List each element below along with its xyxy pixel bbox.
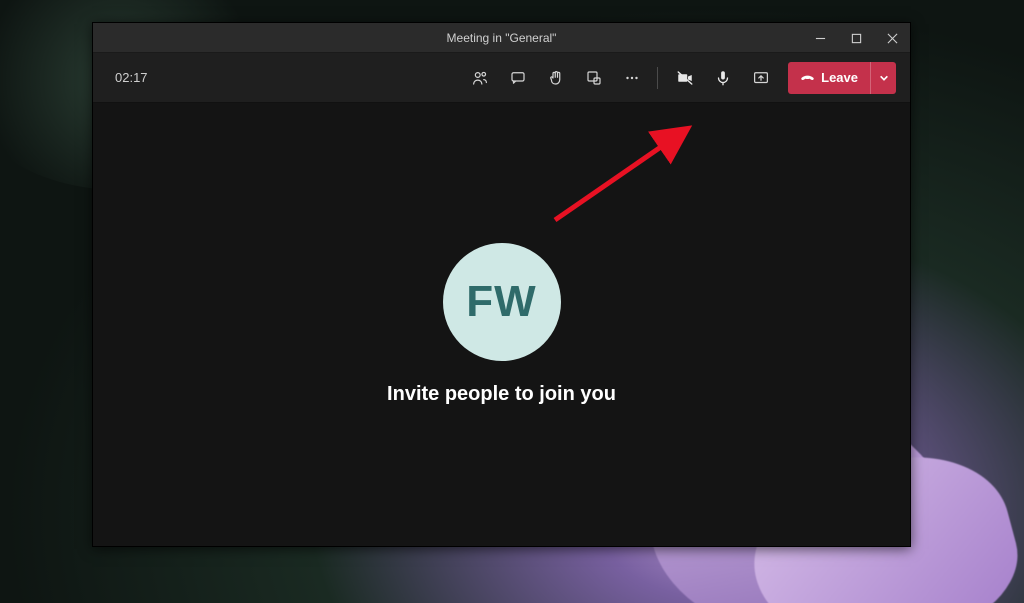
leave-options-button[interactable] bbox=[870, 62, 896, 94]
window-controls bbox=[802, 23, 910, 53]
close-icon bbox=[887, 33, 898, 44]
leave-button[interactable]: Leave bbox=[788, 62, 870, 94]
chevron-down-icon bbox=[879, 73, 889, 83]
avatar-initials: FW bbox=[466, 277, 536, 327]
camera-toggle-button[interactable] bbox=[668, 61, 702, 95]
camera-off-icon bbox=[676, 69, 694, 87]
microphone-icon bbox=[714, 69, 732, 87]
more-icon bbox=[623, 69, 641, 87]
people-icon bbox=[471, 69, 489, 87]
chat-button[interactable] bbox=[501, 61, 535, 95]
leave-button-group: Leave bbox=[788, 62, 896, 94]
rooms-icon bbox=[585, 69, 603, 87]
hand-icon bbox=[547, 69, 565, 87]
participants-button[interactable] bbox=[463, 61, 497, 95]
toolbar-divider bbox=[657, 67, 658, 89]
invite-message: Invite people to join you bbox=[387, 383, 616, 406]
mic-toggle-button[interactable] bbox=[706, 61, 740, 95]
meeting-window: Meeting in "General" 02:17 bbox=[92, 22, 911, 547]
minimize-icon bbox=[815, 33, 826, 44]
participant-avatar: FW bbox=[443, 243, 561, 361]
hangup-icon bbox=[800, 70, 815, 85]
close-button[interactable] bbox=[874, 23, 910, 53]
meeting-toolbar: 02:17 bbox=[93, 53, 910, 103]
call-timer: 02:17 bbox=[107, 70, 148, 85]
raise-hand-button[interactable] bbox=[539, 61, 573, 95]
meeting-stage: FW Invite people to join you bbox=[93, 103, 910, 546]
maximize-icon bbox=[851, 33, 862, 44]
window-title: Meeting in "General" bbox=[447, 31, 557, 45]
minimize-button[interactable] bbox=[802, 23, 838, 53]
chat-icon bbox=[509, 69, 527, 87]
share-screen-button[interactable] bbox=[744, 61, 778, 95]
titlebar: Meeting in "General" bbox=[93, 23, 910, 53]
more-actions-button[interactable] bbox=[615, 61, 649, 95]
maximize-button[interactable] bbox=[838, 23, 874, 53]
share-icon bbox=[752, 69, 770, 87]
breakout-rooms-button[interactable] bbox=[577, 61, 611, 95]
leave-label: Leave bbox=[821, 70, 858, 85]
